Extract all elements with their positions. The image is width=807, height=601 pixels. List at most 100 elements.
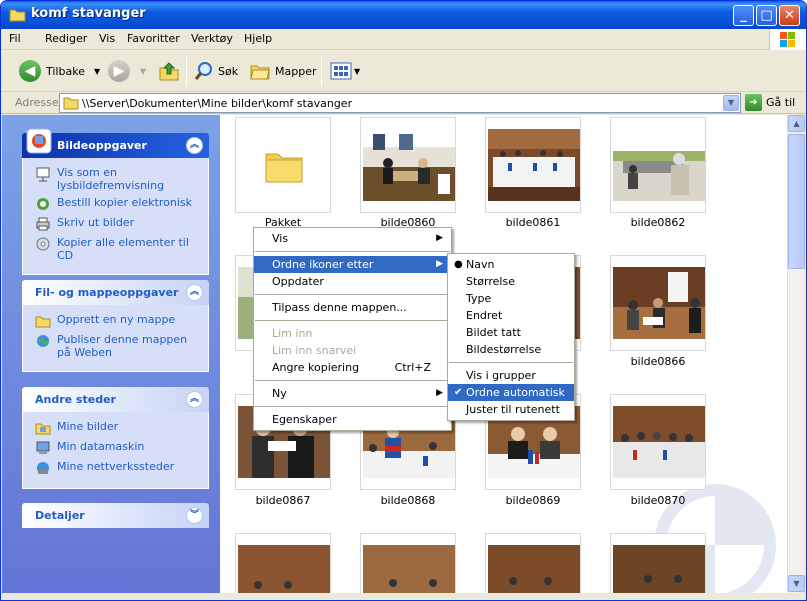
image-thumbnail[interactable] <box>485 533 581 593</box>
image-tasks-header[interactable]: Bildeoppgaver ︽ <box>22 128 209 158</box>
link-new-folder[interactable]: Opprett en ny mappe <box>35 313 200 329</box>
scroll-down-icon[interactable]: ▼ <box>788 575 805 592</box>
link-new-folder-label: Opprett en ny mappe <box>57 313 176 326</box>
menu-tools[interactable]: Verktøy <box>191 32 233 45</box>
folders-button[interactable]: Mapper <box>249 59 317 83</box>
go-arrow-icon: ➜ <box>745 94 762 111</box>
file-tasks-header[interactable]: Fil- og mappeoppgaver ︽ <box>22 280 209 305</box>
details-header[interactable]: Detaljer ︾ <box>22 503 209 528</box>
scroll-up-icon[interactable]: ▲ <box>788 115 805 132</box>
submenu-item-picture-size[interactable]: Bildestørrelse <box>448 341 574 358</box>
item-label[interactable]: bilde0869 <box>473 494 593 507</box>
collapse-chevron-icon[interactable]: ︽ <box>186 137 203 154</box>
up-folder-button[interactable] <box>158 59 180 83</box>
window-bottom-edge <box>1 593 806 600</box>
other-places-header[interactable]: Andre steder ︽ <box>22 387 209 412</box>
collapse-chevron-icon[interactable]: ︽ <box>186 391 203 408</box>
address-path: \\Server\Dokumenter\Mine bilder\komf sta… <box>82 97 353 110</box>
back-button[interactable]: ◀ Tilbake ▼ <box>19 59 100 83</box>
submenu-item-auto-arrange[interactable]: ✔ Ordne automatisk <box>448 384 574 401</box>
computer-icon <box>36 441 50 454</box>
menu-edit[interactable]: Rediger <box>45 32 87 45</box>
image-thumbnail[interactable] <box>360 533 456 593</box>
link-publish-web[interactable]: Publiser denne mappen på Weben <box>35 333 200 359</box>
item-label[interactable]: bilde0870 <box>598 494 718 507</box>
item-label[interactable]: bilde0867 <box>223 494 343 507</box>
image-thumbnail[interactable] <box>610 394 706 490</box>
minimize-button[interactable]: _ <box>733 5 754 26</box>
scroll-thumb[interactable] <box>788 134 805 269</box>
menu-item-new[interactable]: Ny ▶ <box>254 385 451 402</box>
link-my-pictures-label: Mine bilder <box>57 420 119 433</box>
maximize-button[interactable]: □ <box>756 5 777 26</box>
link-network-places-label: Mine nettverkssteder <box>57 460 175 473</box>
details-title: Detaljer <box>35 509 85 522</box>
item-label[interactable]: bilde0862 <box>598 216 718 229</box>
link-my-pictures[interactable]: Mine bilder <box>35 420 200 436</box>
folder-thumbnail[interactable] <box>235 117 331 213</box>
link-network-places[interactable]: Mine nettverkssteder <box>35 460 200 476</box>
link-publish-web-label: Publiser denne mappen på Weben <box>57 333 188 359</box>
folders-icon <box>250 65 270 80</box>
address-dropdown-icon[interactable]: ▼ <box>723 95 739 111</box>
menu-item-label: Navn <box>466 258 495 271</box>
views-dropdown-icon[interactable]: ▼ <box>354 67 360 76</box>
submenu-item-show-in-groups[interactable]: Vis i grupper <box>448 367 574 384</box>
collapse-chevron-icon[interactable]: ︽ <box>186 284 203 301</box>
menu-item-arrange-icons[interactable]: Ordne ikoner etter ▶ <box>254 256 451 273</box>
submenu-item-type[interactable]: Type <box>448 290 574 307</box>
item-label[interactable]: bilde0866 <box>598 355 718 368</box>
menu-help[interactable]: Hjelp <box>244 32 272 45</box>
window-title: komf stavanger <box>31 6 146 21</box>
checkmark-icon: ✔ <box>454 387 463 398</box>
submenu-item-modified[interactable]: Endret <box>448 307 574 324</box>
submenu-item-picture-taken[interactable]: Bildet tatt <box>448 324 574 341</box>
close-button[interactable]: ✕ <box>779 5 800 26</box>
link-copy-to-cd[interactable]: Kopier alle elementer til CD <box>35 236 200 262</box>
image-tasks-body: Vis som en lysbildefremvisning Bestill k… <box>22 158 209 275</box>
submenu-arrow-icon: ▶ <box>436 388 443 398</box>
submenu-item-name[interactable]: ● Navn <box>448 256 574 273</box>
views-button[interactable]: ▼ <box>330 59 360 83</box>
context-menu: Vis ▶ Ordne ikoner etter ▶ Oppdater Tilpas… <box>253 227 452 431</box>
other-places-title: Andre steder <box>35 393 116 406</box>
go-button[interactable]: ➜ Gå til <box>745 94 795 111</box>
image-thumbnail[interactable] <box>610 533 706 593</box>
vertical-scrollbar[interactable]: ▲ ▼ <box>787 115 805 593</box>
menu-item-label: Tilpass denne mappen... <box>272 301 407 314</box>
menu-item-refresh[interactable]: Oppdater <box>254 273 451 290</box>
forward-dropdown-icon[interactable]: ▼ <box>140 67 146 76</box>
search-button[interactable]: Søk <box>193 59 238 83</box>
back-dropdown-icon[interactable]: ▼ <box>94 67 100 76</box>
link-print-pictures[interactable]: Skriv ut bilder <box>35 216 200 232</box>
forward-button[interactable]: ▶ ▼ <box>108 59 146 83</box>
image-thumbnail[interactable] <box>485 117 581 213</box>
submenu-item-align-to-grid[interactable]: Juster til rutenett <box>448 401 574 418</box>
go-label: Gå til <box>766 96 796 109</box>
menu-separator <box>255 251 450 252</box>
menu-favorites[interactable]: Favoritter <box>127 32 180 45</box>
item-label[interactable]: bilde0868 <box>348 494 468 507</box>
menu-view[interactable]: Vis <box>99 32 115 45</box>
address-input[interactable]: \\Server\Dokumenter\Mine bilder\komf sta… <box>59 93 741 113</box>
menu-file[interactable]: Fil <box>9 32 21 45</box>
link-slideshow[interactable]: Vis som en lysbildefremvisning <box>35 166 200 192</box>
submenu-item-size[interactable]: Størrelse <box>448 273 574 290</box>
views-icon <box>330 62 352 80</box>
link-order-prints[interactable]: Bestill kopier elektronisk <box>35 196 200 212</box>
menu-bar: Fil Rediger Vis Favoritter Verktøy Hjelp <box>1 29 806 50</box>
item-label[interactable]: bilde0861 <box>473 216 593 229</box>
menu-item-view[interactable]: Vis ▶ <box>254 230 451 247</box>
title-bar[interactable]: komf stavanger _ □ ✕ <box>1 1 806 29</box>
menu-item-shortcut: Ctrl+Z <box>394 361 431 374</box>
link-my-computer[interactable]: Min datamaskin <box>35 440 200 456</box>
menu-item-customize-folder[interactable]: Tilpass denne mappen... <box>254 299 451 316</box>
image-thumbnail[interactable] <box>235 533 331 593</box>
maximize-icon: □ <box>760 8 773 23</box>
expand-chevron-icon[interactable]: ︾ <box>186 507 203 524</box>
menu-item-undo-copy[interactable]: Angre kopiering Ctrl+Z <box>254 359 451 376</box>
image-thumbnail[interactable] <box>360 117 456 213</box>
image-thumbnail[interactable] <box>610 117 706 213</box>
menu-item-properties[interactable]: Egenskaper <box>254 411 451 428</box>
image-thumbnail[interactable] <box>610 255 706 351</box>
